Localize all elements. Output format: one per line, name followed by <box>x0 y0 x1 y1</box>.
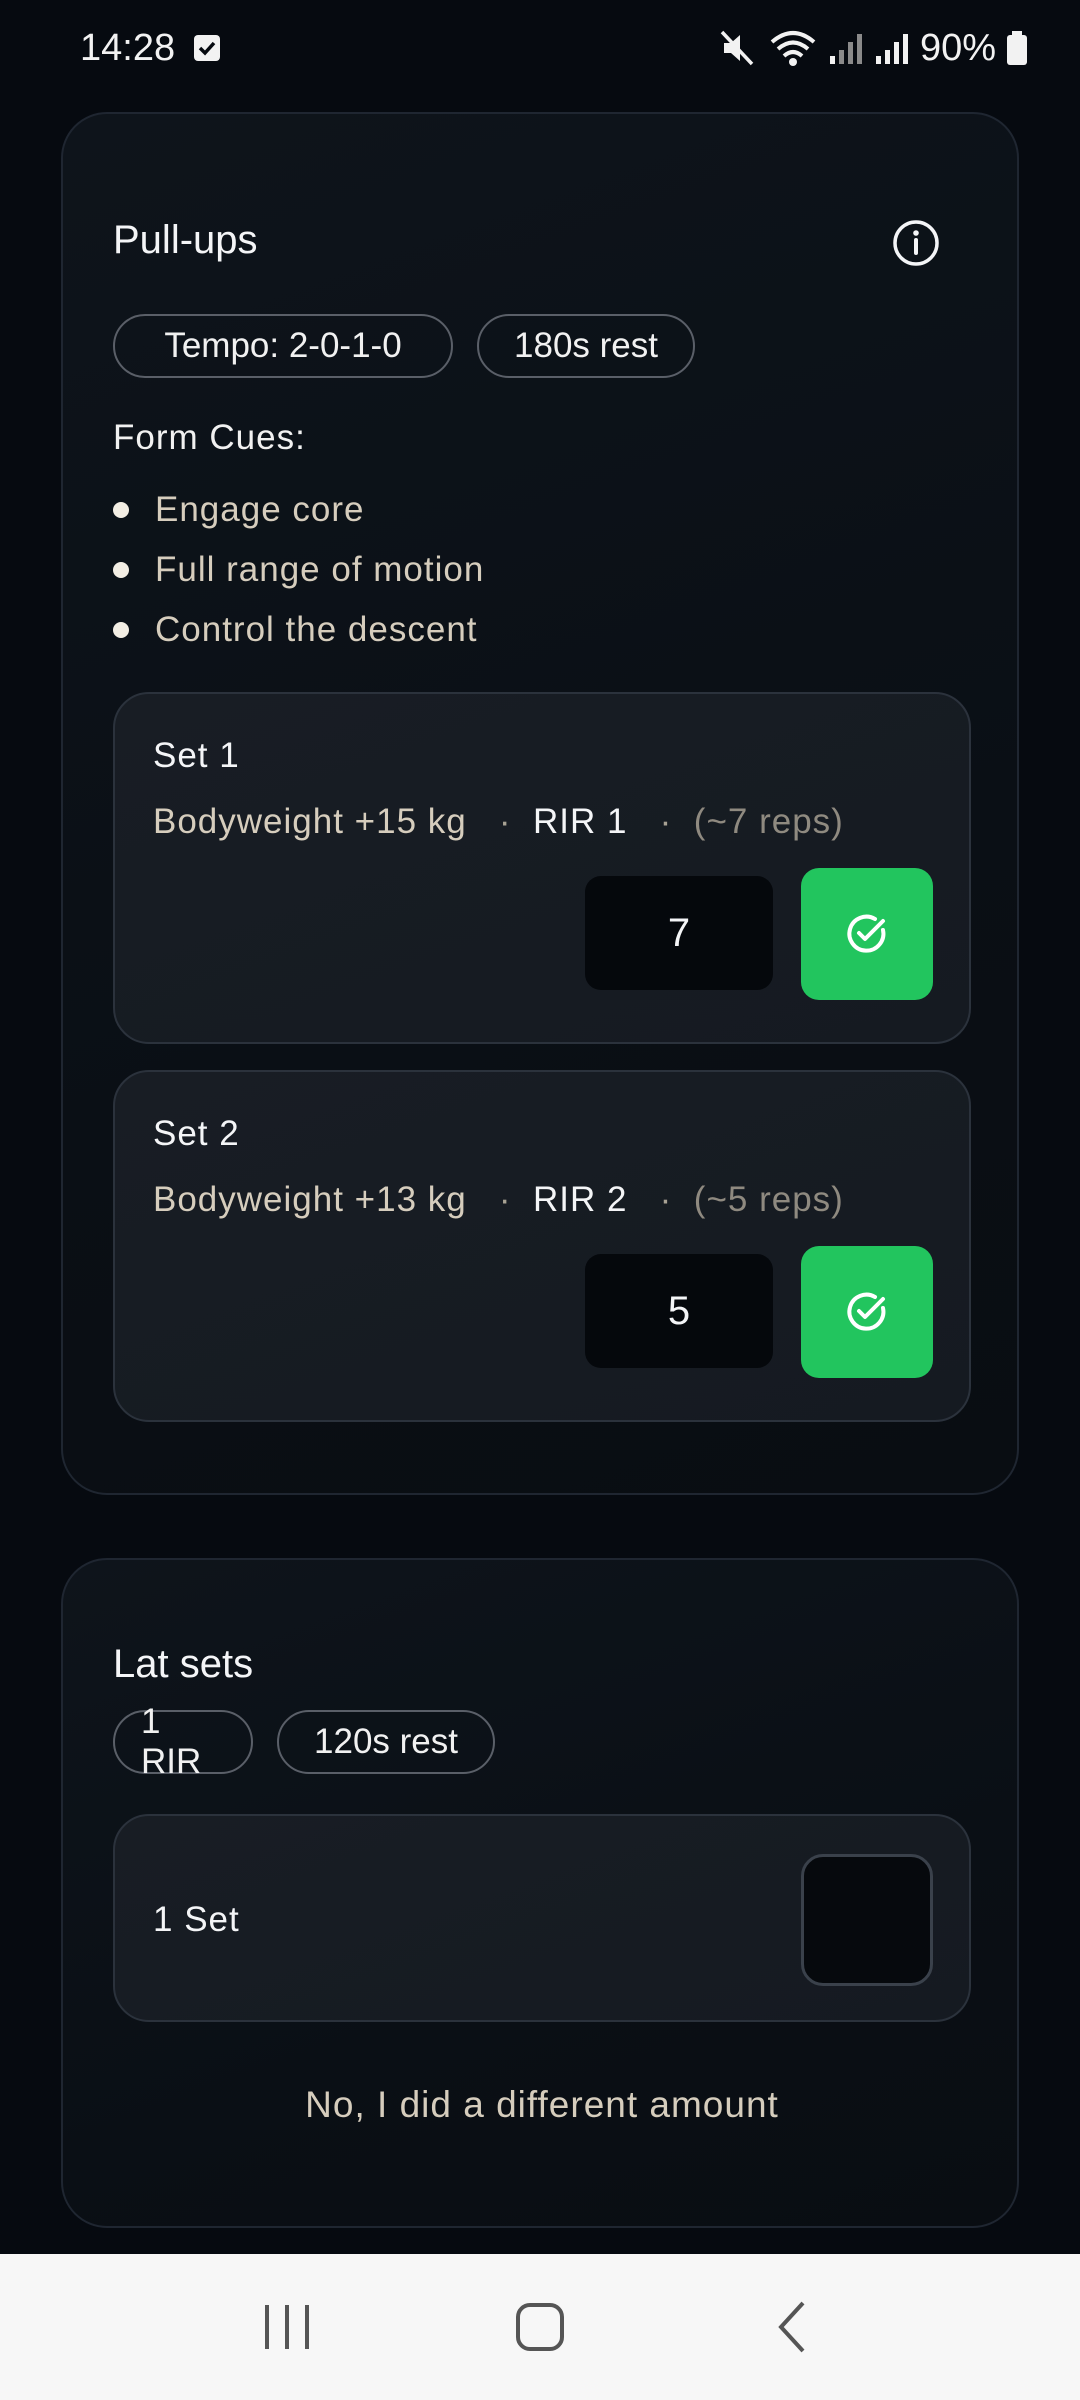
exercise-card-lat-sets: Lat sets 1 RIR 120s rest 1 Set No, I did… <box>61 1558 1019 2228</box>
set-row-2: Set 2 Bodyweight +13 kg · RIR 2 · (~5 re… <box>113 1070 971 1422</box>
back-button[interactable] <box>733 2282 853 2372</box>
wifi-icon <box>770 31 816 66</box>
complete-set-button[interactable] <box>801 868 933 1000</box>
set-reps-hint: (~5 reps) <box>693 1180 844 1219</box>
different-amount-link[interactable]: No, I did a different amount <box>63 2084 1021 2126</box>
set-weight: Bodyweight +13 kg <box>153 1180 467 1219</box>
set-title: Set 2 <box>153 1114 240 1153</box>
exercise-card-pull-ups: Pull-ups Tempo: 2-0-1-0 180s rest Form C… <box>61 112 1019 1495</box>
exercise-title: Pull-ups <box>113 218 258 262</box>
back-icon <box>778 2301 805 2353</box>
form-cue-text: Control the descent <box>155 610 478 649</box>
checkbox-notification-icon <box>194 35 221 61</box>
set-checkbox[interactable] <box>801 1854 933 1986</box>
set-title: Set 1 <box>153 736 240 775</box>
set-detail: Bodyweight +13 kg · RIR 2 · (~5 reps) <box>153 1180 844 1220</box>
separator-dot: · <box>638 802 684 841</box>
separator-dot: · <box>477 802 523 841</box>
bullet-icon <box>113 502 129 518</box>
check-circle-icon <box>847 914 886 953</box>
mute-icon <box>720 30 754 66</box>
form-cue-item: Full range of motion <box>113 550 484 590</box>
rest-chip: 120s rest <box>277 1710 495 1774</box>
exercise-title: Lat sets <box>113 1642 254 1686</box>
set-row: 1 Set <box>113 1814 971 2022</box>
signal-2-icon <box>875 34 908 64</box>
separator-dot: · <box>638 1180 684 1219</box>
system-nav-bar <box>0 2254 1080 2400</box>
recent-apps-button[interactable] <box>227 2282 347 2372</box>
set-reps-hint: (~7 reps) <box>693 802 844 841</box>
recent-apps-icon <box>264 2305 309 2349</box>
reps-input[interactable]: 5 <box>585 1254 773 1368</box>
set-detail: Bodyweight +15 kg · RIR 1 · (~7 reps) <box>153 802 844 842</box>
bullet-icon <box>113 562 129 578</box>
set-weight: Bodyweight +15 kg <box>153 802 467 841</box>
form-cue-text: Engage core <box>155 490 365 529</box>
battery-percent: 90% <box>919 26 996 69</box>
home-icon <box>515 2303 564 2351</box>
rir-chip: 1 RIR <box>113 1702 253 1781</box>
signal-1-icon <box>829 34 862 64</box>
reps-input[interactable]: 7 <box>585 876 773 990</box>
check-circle-icon <box>847 1292 886 1331</box>
form-cue-item: Engage core <box>113 490 364 530</box>
tempo-chip: Tempo: 2-0-1-0 <box>113 314 453 378</box>
form-cue-item: Control the descent <box>113 610 478 650</box>
set-count-label: 1 Set <box>153 1900 240 1939</box>
home-button[interactable] <box>480 2282 600 2372</box>
form-cue-text: Full range of motion <box>155 550 485 589</box>
separator-dot: · <box>477 1180 523 1219</box>
complete-set-button[interactable] <box>801 1246 933 1378</box>
clock: 14:28 <box>80 26 176 69</box>
info-circle-icon[interactable] <box>891 218 941 268</box>
set-rir: RIR 2 <box>533 1180 628 1219</box>
rest-chip: 180s rest <box>477 314 695 378</box>
set-row-1: Set 1 Bodyweight +15 kg · RIR 1 · (~7 re… <box>113 692 971 1044</box>
form-cues-title: Form Cues: <box>113 418 306 457</box>
status-right: 90% <box>718 27 1028 70</box>
set-rir: RIR 1 <box>533 802 628 841</box>
battery-icon <box>1007 31 1027 65</box>
bullet-icon <box>113 622 129 638</box>
status-bar: 14:28 90% <box>0 0 1080 96</box>
status-left: 14:28 <box>80 27 221 70</box>
